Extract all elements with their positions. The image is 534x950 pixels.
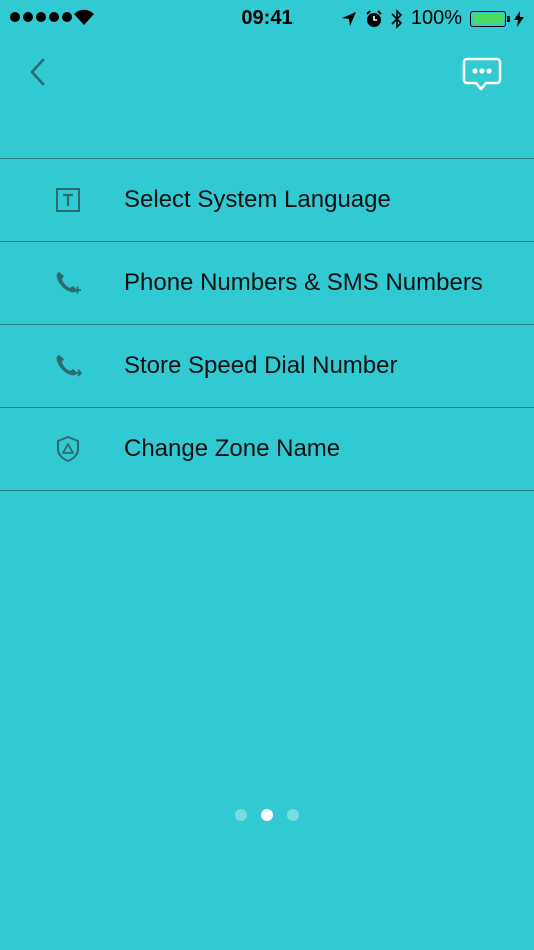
menu-item-label: Store Speed Dial Number [124,352,398,379]
menu-item-system-language[interactable]: Select System Language [0,159,534,242]
menu-item-label: Phone Numbers & SMS Numbers [124,269,483,296]
settings-menu: Select System Language Phone Numbers & S… [0,158,534,491]
menu-item-label: Select System Language [124,186,391,213]
page-dot[interactable] [235,809,247,821]
shield-zone-icon [54,435,82,463]
chat-button[interactable] [462,56,502,92]
charging-bolt-icon [514,10,524,27]
battery-fill [472,13,504,24]
status-right-group: 100% [341,7,524,30]
page-dot[interactable] [287,809,299,821]
menu-item-phone-sms-numbers[interactable]: Phone Numbers & SMS Numbers [0,242,534,325]
page-dot-active[interactable] [261,809,273,821]
page-indicator[interactable] [0,809,534,821]
alarm-clock-icon [366,9,382,27]
phone-forward-icon [54,352,82,380]
back-button[interactable] [22,52,56,92]
bluetooth-icon [391,8,402,29]
location-arrow-icon [341,11,356,26]
chat-bubble-icon [462,57,502,91]
phone-add-icon [54,269,82,297]
status-bar: 09:41 100% [0,0,534,40]
chevron-left-icon [30,58,45,86]
text-language-icon [54,186,82,214]
menu-item-zone-name[interactable]: Change Zone Name [0,408,534,491]
menu-item-label: Change Zone Name [124,435,341,462]
battery-icon [470,10,510,27]
menu-item-speed-dial[interactable]: Store Speed Dial Number [0,325,534,408]
battery-percent: 100% [410,7,462,29]
